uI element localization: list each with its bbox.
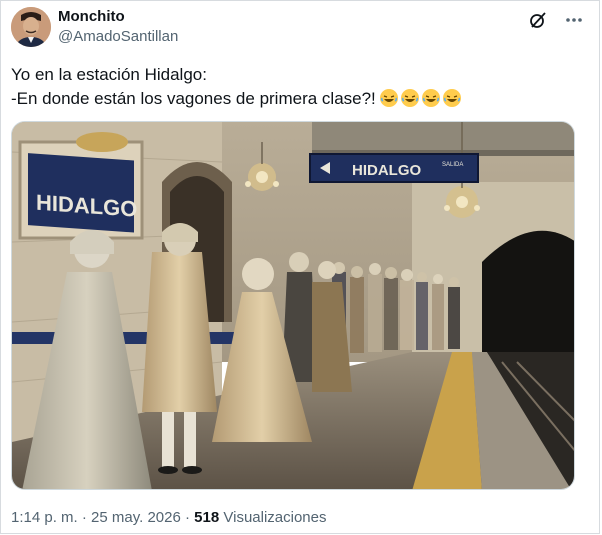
tweet-image[interactable]: HIDALGO HIDALGO SALIDA [11, 121, 575, 490]
rolling-on-floor-laughing-icon [442, 89, 461, 107]
grok-icon[interactable] [527, 9, 549, 31]
rolling-on-floor-laughing-icon [421, 89, 440, 107]
rolling-on-floor-laughing-icon [379, 89, 398, 107]
exit-label: SALIDA [442, 162, 463, 168]
tweet-date[interactable]: 25 may. 2026 [91, 509, 181, 526]
emoji-group [379, 89, 461, 107]
tweet-line-2-text: -En donde están los vagones de primera c… [11, 89, 376, 108]
hidalgo-hanging-sign: HIDALGO [352, 162, 421, 179]
avatar[interactable] [11, 7, 51, 47]
tweet-meta: 1:14 p. m. · 25 may. 2026 · 518 Visualiz… [11, 508, 327, 528]
tweet-line-2: -En donde están los vagones de primera c… [11, 87, 591, 111]
tweet-text: Yo en la estación Hidalgo: -En donde est… [11, 63, 591, 111]
more-options-icon[interactable] [563, 9, 585, 31]
views-label[interactable]: Visualizaciones [223, 509, 326, 526]
display-name[interactable]: Monchito [58, 8, 125, 26]
tweet-line-1: Yo en la estación Hidalgo: [11, 65, 207, 84]
rolling-on-floor-laughing-icon [400, 89, 419, 107]
tweet-card: Monchito @AmadoSantillan Yo en la estaci… [0, 0, 600, 534]
meta-separator: · [185, 509, 190, 526]
user-handle[interactable]: @AmadoSantillan [58, 28, 178, 46]
tweet-time[interactable]: 1:14 p. m. [11, 509, 78, 526]
meta-separator: · [81, 509, 87, 526]
views-count[interactable]: 518 [194, 509, 219, 526]
